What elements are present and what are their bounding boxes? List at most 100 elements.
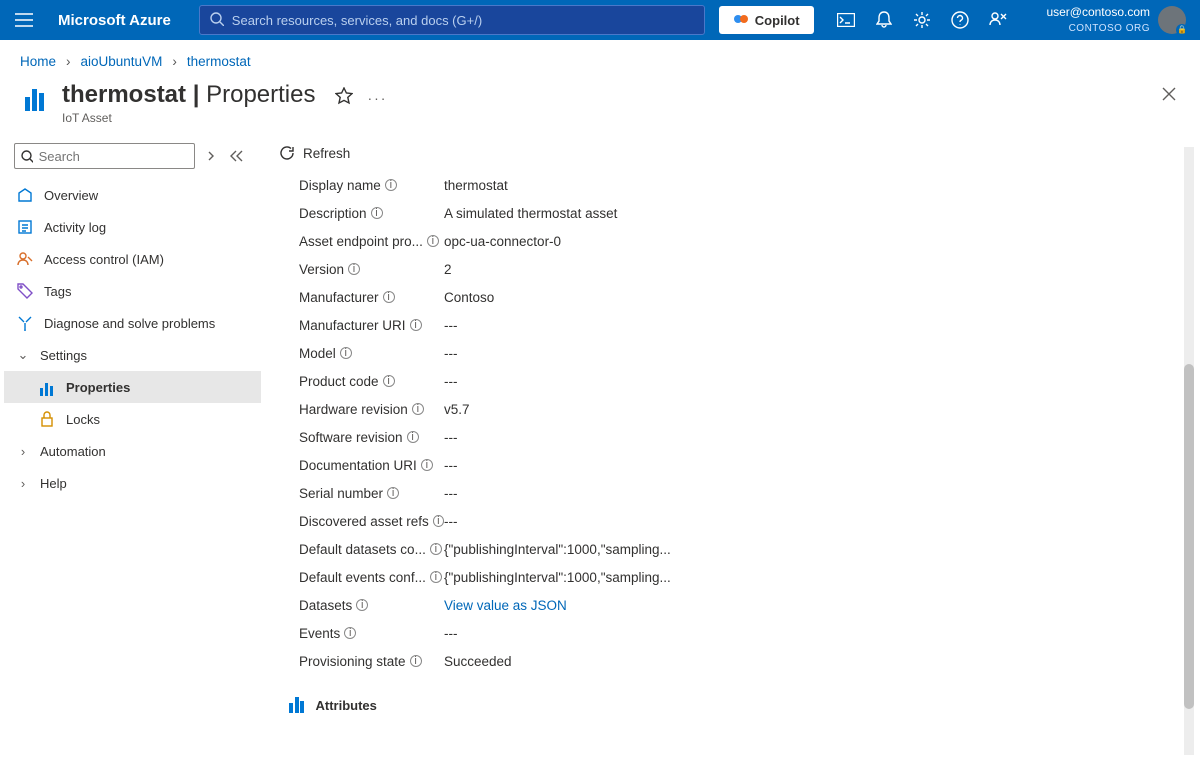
more-button[interactable]: ··· [367,90,387,106]
breadcrumb-l1[interactable]: aioUbuntuVM [81,54,163,69]
copilot-button[interactable]: Copilot [719,6,814,34]
global-search[interactable] [199,5,705,35]
sidebar-group-help[interactable]: › Help [4,467,261,499]
sidebar-item-diagnose[interactable]: Diagnose and solve problems [4,307,261,339]
sidebar-item-label: Settings [40,348,87,363]
breadcrumb-l2[interactable]: thermostat [187,54,251,69]
info-icon[interactable]: i [383,375,395,387]
help-icon [951,11,969,29]
sidebar-item-tags[interactable]: Tags [4,275,261,307]
info-icon[interactable]: i [387,487,399,499]
diagnose-icon [16,314,34,332]
sidebar-group-settings[interactable]: ⌄ Settings [4,339,261,371]
collapse-sidebar-button[interactable] [227,146,247,166]
pin-button[interactable] [335,87,353,108]
info-icon[interactable]: i [371,207,383,219]
cloud-shell-button[interactable] [828,0,864,40]
properties-list: Display name i thermostat Description i … [265,171,1200,759]
help-button[interactable] [942,0,978,40]
prop-row-manufacturer: Manufacturer i Contoso [299,283,1180,311]
close-blade-button[interactable] [1158,81,1180,110]
prop-row-default-events-config: Default events conf... i {"publishingInt… [299,563,1180,591]
user-org: CONTOSO ORG [1069,23,1150,34]
notifications-button[interactable] [866,0,902,40]
prop-row-datasets: Datasets i View value as JSON [299,591,1180,619]
info-icon[interactable]: i [427,235,439,247]
prop-row-hardware-revision: Hardware revision i v5.7 [299,395,1180,423]
info-icon[interactable]: i [430,543,442,555]
prop-row-software-revision: Software revision i --- [299,423,1180,451]
info-icon[interactable]: i [356,599,368,611]
sidebar-item-locks[interactable]: Locks [4,403,261,435]
hamburger-icon [15,13,33,27]
iam-icon [16,250,34,268]
prop-row-product-code: Product code i --- [299,367,1180,395]
page-title-section: Properties [206,81,315,108]
chevron-double-left-icon [230,150,244,162]
info-icon[interactable]: i [348,263,360,275]
sidebar-item-activity-log[interactable]: Activity log [4,211,261,243]
info-icon[interactable]: i [340,347,352,359]
sidebar-item-properties[interactable]: Properties [4,371,261,403]
info-icon[interactable]: i [410,655,422,667]
bell-icon [876,11,892,29]
info-icon[interactable]: i [385,179,397,191]
gear-icon [913,11,931,29]
chevron-down-icon: ⌄ [16,347,30,363]
info-icon[interactable]: i [433,515,444,527]
resource-type-icon [20,81,50,111]
blade-sidebar: Overview Activity log Access control (IA… [0,139,265,763]
brand-label[interactable]: Microsoft Azure [48,12,181,29]
chevron-right-icon: › [16,444,30,459]
feedback-button[interactable] [980,0,1016,40]
sidebar-item-iam[interactable]: Access control (IAM) [4,243,261,275]
sidebar-item-label: Activity log [44,220,106,235]
star-icon [335,87,353,105]
sidebar-group-automation[interactable]: › Automation [4,435,261,467]
refresh-button[interactable]: Refresh [279,145,350,161]
page-title-resource: thermostat [62,81,186,108]
page-header: thermostat | Properties IoT Asset ··· [0,75,1200,139]
sidebar-item-label: Access control (IAM) [44,252,164,267]
prop-row-endpoint: Asset endpoint pro... i opc-ua-connector… [299,227,1180,255]
expand-collapse-button[interactable] [201,146,221,166]
attributes-icon [289,697,306,713]
search-icon [21,150,33,163]
prop-row-serial-number: Serial number i --- [299,479,1180,507]
sidebar-search-input[interactable] [39,149,188,164]
cloud-shell-icon [837,13,855,27]
ellipsis-icon: ··· [367,90,387,106]
info-icon[interactable]: i [421,459,433,471]
sidebar-item-label: Diagnose and solve problems [44,316,215,331]
info-icon[interactable]: i [344,627,356,639]
copilot-icon [733,11,749,30]
account-control[interactable]: user@contoso.com CONTOSO ORG 🔒 [1046,5,1192,34]
global-search-input[interactable] [232,13,694,28]
scrollbar-thumb[interactable] [1184,364,1194,709]
section-attributes: Attributes [289,697,1180,713]
hamburger-menu[interactable] [8,4,40,36]
sidebar-search[interactable] [14,143,195,169]
chevron-right-icon: › [172,54,177,69]
sidebar-item-label: Overview [44,188,98,203]
info-icon[interactable]: i [430,571,442,583]
breadcrumb-home[interactable]: Home [20,54,56,69]
refresh-label: Refresh [303,146,350,161]
command-bar: Refresh [265,139,1200,171]
activity-log-icon [16,218,34,236]
settings-button[interactable] [904,0,940,40]
sidebar-item-label: Help [40,476,67,491]
info-icon[interactable]: i [383,291,395,303]
info-icon[interactable]: i [410,319,422,331]
sidebar-item-label: Tags [44,284,71,299]
sidebar-item-overview[interactable]: Overview [4,179,261,211]
info-icon[interactable]: i [412,403,424,415]
copilot-label: Copilot [755,13,800,28]
prop-row-model: Model i --- [299,339,1180,367]
feedback-icon [989,11,1007,29]
view-json-link[interactable]: View value as JSON [444,598,567,613]
info-icon[interactable]: i [407,431,419,443]
chevrons-icon [205,150,217,162]
content-pane: Refresh Display name i thermostat Descri… [265,139,1200,763]
locks-icon [38,410,56,428]
